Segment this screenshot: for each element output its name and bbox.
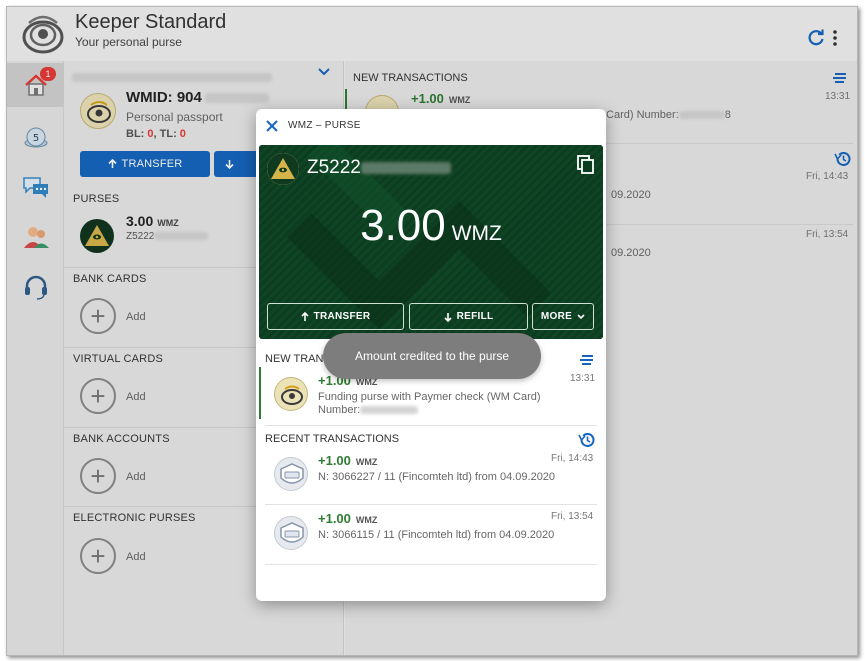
recent-transactions-title: RECENT TRANSACTIONS <box>265 433 400 445</box>
transaction-avatar <box>274 377 308 411</box>
transaction-avatar <box>274 457 308 491</box>
keeper-eye-icon <box>281 385 303 405</box>
divider <box>265 425 597 426</box>
app-window: Keeper Standard Your personal purse 1 5 <box>6 6 858 656</box>
pyramid-icon <box>267 153 299 185</box>
divider <box>265 504 597 505</box>
paymer-check-icon <box>280 522 304 543</box>
new-indicator <box>259 367 261 419</box>
purse-card: Z5222 3.00 WMZ TRANSFER REFILL MORE <box>259 145 603 339</box>
history-icon[interactable] <box>578 431 596 449</box>
list-icon[interactable] <box>578 353 594 367</box>
card-refill-button[interactable]: REFILL <box>409 303 528 330</box>
divider <box>265 564 597 565</box>
dialog-header: WMZ – PURSE <box>256 109 606 143</box>
arrow-down-icon <box>444 312 452 322</box>
transaction-amount: +1.00 WMZ <box>318 511 378 526</box>
purse-number: Z5222 <box>307 157 451 179</box>
hidden-purse-digits <box>360 161 451 174</box>
copy-icon[interactable] <box>577 155 595 175</box>
close-icon[interactable] <box>265 119 279 133</box>
purse-balance: 3.00 WMZ <box>360 201 502 250</box>
transaction-time: 13:31 <box>570 373 596 384</box>
transaction-amount: +1.00 WMZ <box>318 453 378 468</box>
card-more-button[interactable]: MORE <box>532 303 594 330</box>
transaction-time: Fri, 14:43 <box>551 453 594 464</box>
toast-notification: Amount credited to the purse <box>323 333 541 379</box>
wmz-purse-icon <box>267 153 299 185</box>
transaction-description: N: 3066227 / 11 (Fincomteh ltd) from 04.… <box>318 471 556 483</box>
transaction-description: Funding purse with Paymer check (WM Card… <box>318 391 541 403</box>
paymer-check-icon <box>280 463 304 484</box>
hidden-card-number <box>360 406 419 415</box>
transaction-avatar <box>274 516 308 550</box>
chevron-down-icon <box>577 313 585 319</box>
transaction-number: Number: <box>318 404 419 416</box>
dialog-title: WMZ – PURSE <box>288 120 361 131</box>
arrow-up-icon <box>301 311 309 321</box>
card-transfer-button[interactable]: TRANSFER <box>267 303 404 330</box>
transaction-description: N: 3066115 / 11 (Fincomteh ltd) from 04.… <box>318 529 555 541</box>
transaction-time: Fri, 13:54 <box>551 511 594 522</box>
